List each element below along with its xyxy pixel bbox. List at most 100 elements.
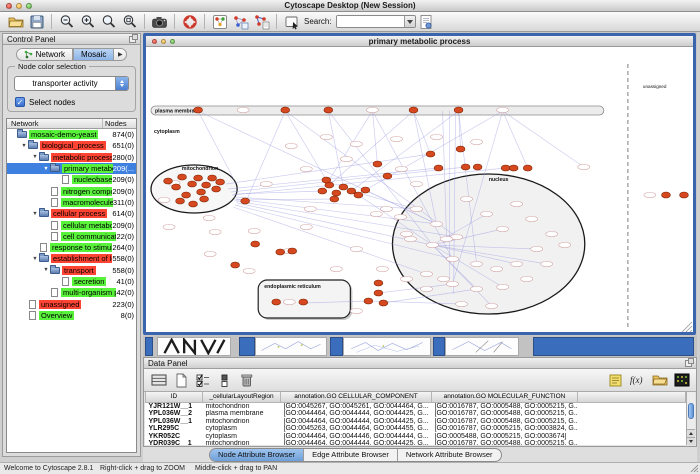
network-node-unselected[interactable] <box>330 266 342 271</box>
new-attribute-button[interactable] <box>171 372 190 389</box>
network-node-highlighted[interactable] <box>456 146 465 152</box>
attribute-table[interactable]: ID_cellularLayoutRegionannotation.GO CEL… <box>145 392 686 445</box>
float-panel-icon[interactable] <box>685 360 692 367</box>
tree-row[interactable]: unassigned223(0) <box>7 298 136 309</box>
search-dropdown-button[interactable] <box>404 16 415 27</box>
network-node-unselected[interactable] <box>376 266 388 271</box>
tree-row[interactable]: nitrogen compo209(0) <box>7 185 136 196</box>
column-header-nodes[interactable]: Nodes <box>103 119 136 128</box>
network-node-highlighted[interactable] <box>501 165 510 171</box>
float-panel-icon[interactable] <box>129 36 136 43</box>
background-window-fragment[interactable] <box>330 337 343 356</box>
attribute-notes-button[interactable] <box>606 372 625 389</box>
table-row[interactable]: YPL036W__2plasma membrane[GO:0044464, GO… <box>146 410 686 418</box>
network-node-unselected[interactable] <box>559 242 571 247</box>
network-node-unselected[interactable] <box>541 261 553 266</box>
network-node-highlighted[interactable] <box>182 192 191 198</box>
network-node-unselected[interactable] <box>300 166 312 171</box>
table-row[interactable]: YDR039C__1mitochondrion[GO:0044464, GO:0… <box>146 440 686 445</box>
network-node-unselected[interactable] <box>431 221 443 226</box>
network-canvas-area[interactable]: plasma membranecytoplasmmitochondrionnuc… <box>146 48 693 332</box>
zoom-in-button[interactable] <box>77 13 98 31</box>
network-node-unselected[interactable] <box>421 286 433 291</box>
tab-network-attribute-browser[interactable]: Network Attribute Browser <box>397 449 501 461</box>
tree-row[interactable]: ▼primary metabo209(... <box>7 163 136 174</box>
tab-overflow-button[interactable]: ▶ <box>114 48 127 61</box>
network-node-unselected[interactable] <box>471 139 483 144</box>
help-button[interactable] <box>179 13 200 31</box>
network-node-highlighted[interactable] <box>662 192 671 198</box>
background-window-fragment[interactable] <box>239 337 255 356</box>
network-node-unselected[interactable] <box>427 242 439 247</box>
attribute-matrix-button[interactable] <box>672 372 691 389</box>
network-node-unselected[interactable] <box>497 226 509 231</box>
enhanced-search-button[interactable] <box>416 13 437 31</box>
tree-row[interactable]: ▼cellular process614(0) <box>7 208 136 219</box>
network-node-unselected[interactable] <box>431 134 443 139</box>
network-node-highlighted[interactable] <box>288 248 297 254</box>
network-node-unselected[interactable] <box>447 256 459 261</box>
network-node-unselected[interactable] <box>300 224 312 229</box>
network-node-highlighted[interactable] <box>374 280 383 286</box>
network-node-highlighted[interactable] <box>172 184 181 190</box>
background-window-fragment[interactable] <box>343 337 431 356</box>
network-node-unselected[interactable] <box>350 308 362 313</box>
network-node-highlighted[interactable] <box>680 192 689 198</box>
table-scrollbar[interactable] <box>686 392 695 445</box>
network-node-unselected[interactable] <box>370 211 382 216</box>
network-node-unselected[interactable] <box>350 246 362 251</box>
network-node-unselected[interactable] <box>421 271 433 276</box>
network-node-highlighted[interactable] <box>188 181 197 187</box>
select-nodes-checkbox[interactable] <box>15 97 25 107</box>
network-node-highlighted[interactable] <box>330 196 339 202</box>
expand-triangle-icon[interactable]: ▼ <box>31 154 39 160</box>
open-file-button[interactable] <box>5 13 26 31</box>
expand-triangle-icon[interactable]: ▼ <box>20 143 28 149</box>
network-node-unselected[interactable] <box>526 216 538 221</box>
network-node-highlighted[interactable] <box>523 165 532 171</box>
network-node-highlighted[interactable] <box>461 164 470 170</box>
delete-attribute-button[interactable] <box>237 372 256 389</box>
network-node-unselected[interactable] <box>497 284 509 289</box>
select-attributes-button[interactable] <box>193 372 212 389</box>
new-network-from-selected-edges-button[interactable] <box>251 13 272 31</box>
background-window-fragment[interactable] <box>445 337 519 356</box>
network-node-highlighted[interactable] <box>374 290 383 296</box>
network-node-highlighted[interactable] <box>324 107 333 113</box>
import-attributes-button[interactable] <box>650 372 669 389</box>
tree-row[interactable]: response to stimulu264(0) <box>7 242 136 253</box>
table-row[interactable]: YJR121W__1mitochondrion[GO:0045267, GO:0… <box>146 402 686 410</box>
resize-grip-icon[interactable] <box>690 464 699 473</box>
network-node-highlighted[interactable] <box>454 107 463 113</box>
network-node-unselected[interactable] <box>340 156 352 161</box>
network-node-unselected[interactable] <box>578 164 590 169</box>
expand-triangle-icon[interactable]: ▼ <box>42 166 50 172</box>
network-node-highlighted[interactable] <box>241 198 250 204</box>
tree-row[interactable]: macromolecule311(0) <box>7 197 136 208</box>
network-node-unselected[interactable] <box>395 166 407 171</box>
network-node-highlighted[interactable] <box>361 187 370 193</box>
search-input[interactable] <box>337 16 404 27</box>
network-node-unselected[interactable] <box>461 196 473 201</box>
tree-row[interactable]: ▼establishment of lo558(0) <box>7 253 136 264</box>
tree-row[interactable]: ▼metabolic process280(0) <box>7 152 136 163</box>
network-canvas[interactable]: plasma membranecytoplasmmitochondrionnuc… <box>146 48 693 332</box>
background-window-fragment[interactable] <box>157 337 231 356</box>
table-row[interactable]: YPL036W__1mitochondrion[GO:0044464, GO:0… <box>146 418 686 426</box>
network-node-highlighted[interactable] <box>364 298 373 304</box>
expand-triangle-icon[interactable]: ▼ <box>31 256 39 262</box>
network-node-unselected[interactable] <box>243 268 255 273</box>
background-window-fragment[interactable] <box>255 337 327 356</box>
network-node-unselected[interactable] <box>471 286 483 291</box>
network-node-unselected[interactable] <box>644 192 656 197</box>
unselect-attributes-button[interactable] <box>215 372 234 389</box>
background-window-fragment[interactable] <box>145 337 153 356</box>
network-node-unselected[interactable] <box>471 261 483 266</box>
network-node-highlighted[interactable] <box>200 196 209 202</box>
network-node-highlighted[interactable] <box>212 186 221 192</box>
network-node-highlighted[interactable] <box>383 173 392 179</box>
tree-row[interactable]: cellular metabo209(0) <box>7 219 136 230</box>
attribute-grid-button[interactable] <box>149 372 168 389</box>
tree-row[interactable]: cell communicat22(0) <box>7 231 136 242</box>
network-node-highlighted[interactable] <box>178 174 187 180</box>
